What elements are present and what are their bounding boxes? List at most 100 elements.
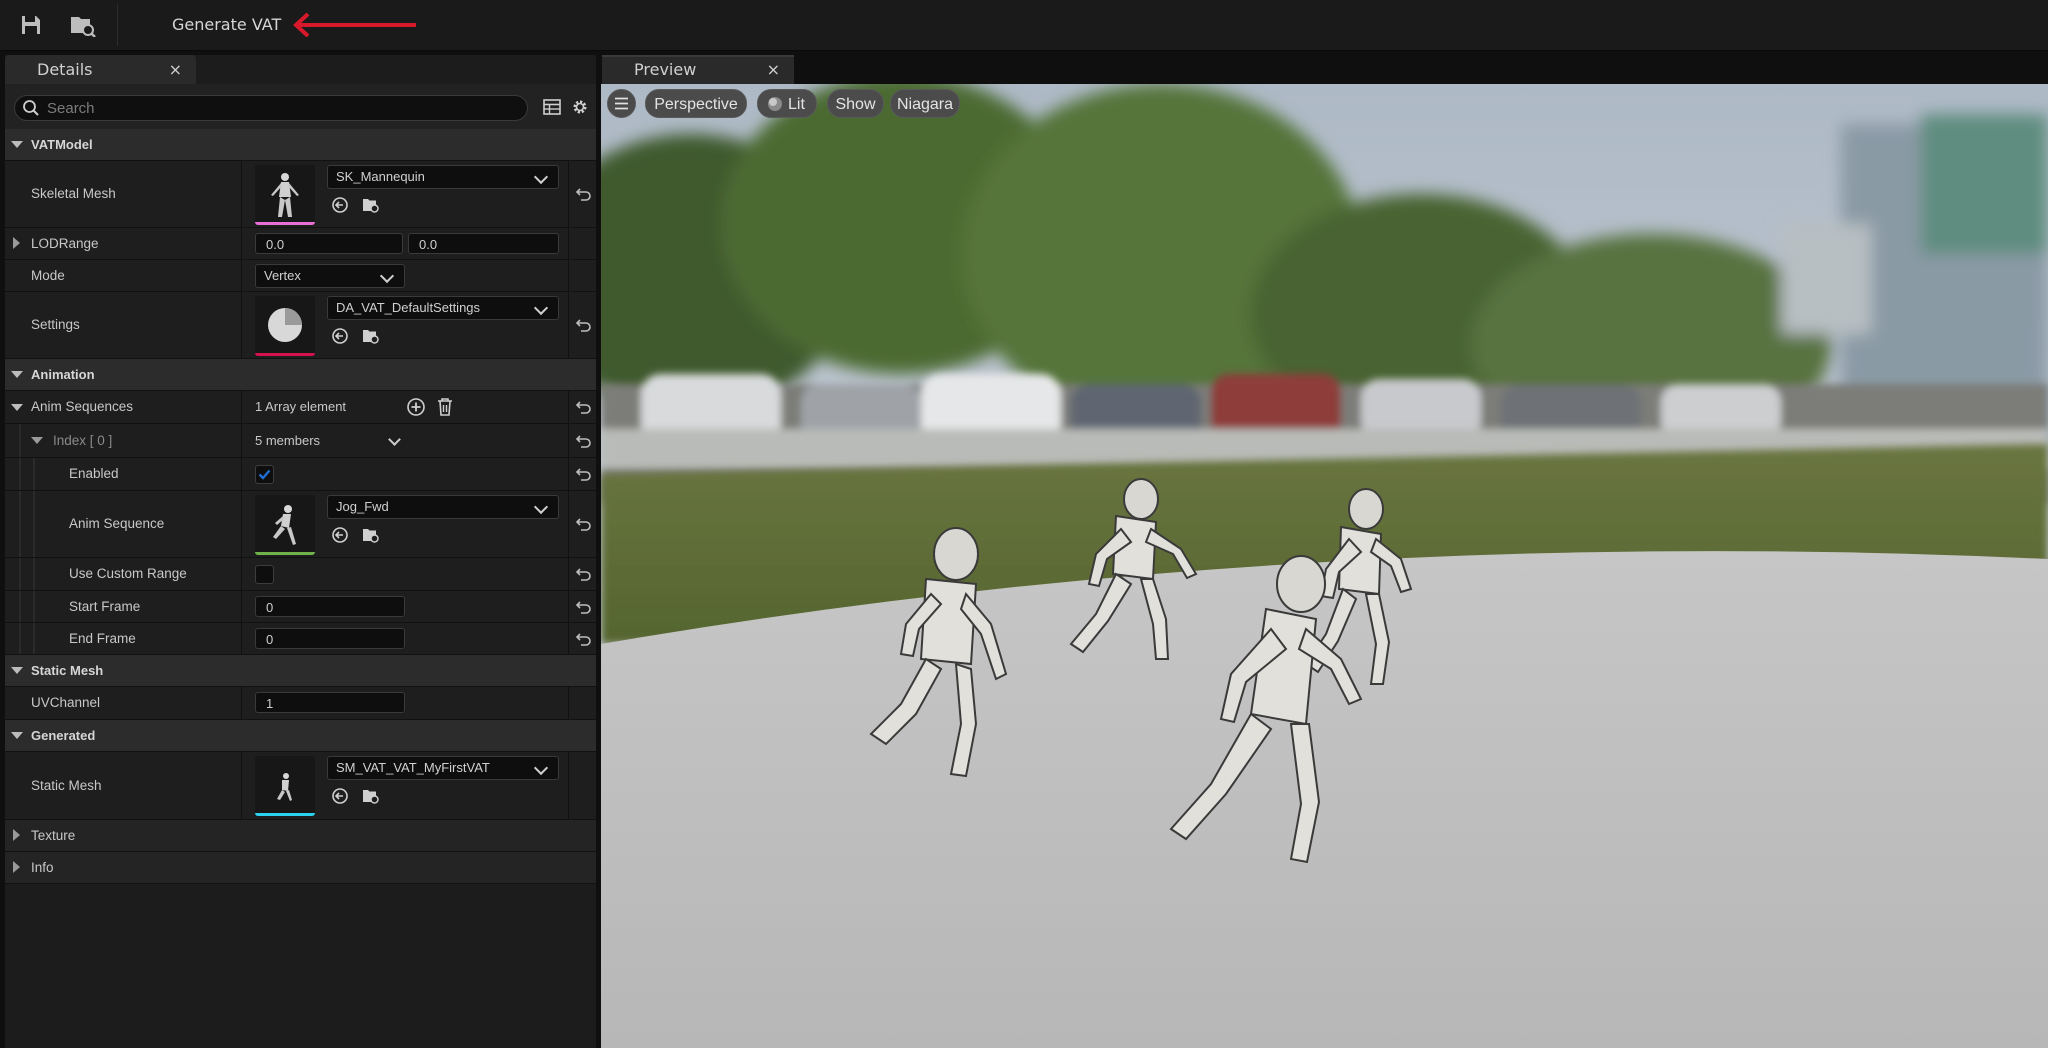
lit-button-label: Lit bbox=[788, 96, 805, 113]
category-generated-label: Generated bbox=[31, 728, 96, 743]
reset-to-default-icon[interactable] bbox=[576, 466, 592, 482]
show-button[interactable]: Show bbox=[827, 89, 884, 118]
category-generated[interactable]: Generated bbox=[5, 720, 596, 752]
settings-thumbnail[interactable] bbox=[255, 296, 315, 356]
search-box[interactable] bbox=[14, 95, 528, 121]
check-icon bbox=[258, 469, 271, 480]
category-vatmodel[interactable]: VATModel bbox=[5, 129, 596, 161]
expand-arrow-icon[interactable] bbox=[11, 732, 23, 739]
row-skeletal-mesh: Skeletal Mesh SK_Mannequin bbox=[5, 161, 596, 228]
browse-asset-icon bbox=[363, 790, 379, 804]
search-input[interactable] bbox=[47, 96, 507, 120]
lod-min-field[interactable]: 0.0 bbox=[255, 233, 403, 254]
generate-vat-button[interactable]: Generate VAT bbox=[150, 6, 303, 44]
use-selected-icon bbox=[332, 527, 348, 543]
expand-arrow-icon[interactable] bbox=[11, 141, 23, 148]
lit-sphere-icon bbox=[768, 97, 782, 111]
reset-to-default-icon[interactable] bbox=[576, 631, 592, 647]
start-frame-field[interactable]: 0 bbox=[255, 596, 405, 617]
browse-asset-button[interactable] bbox=[361, 195, 381, 215]
animation-thumbnail-icon bbox=[255, 495, 315, 555]
close-icon[interactable]: × bbox=[169, 55, 182, 84]
perspective-button[interactable]: Perspective bbox=[645, 89, 747, 118]
expand-arrow-icon[interactable] bbox=[11, 371, 23, 378]
expand-arrow-icon[interactable] bbox=[31, 437, 43, 444]
category-info[interactable]: Info bbox=[5, 852, 596, 884]
browse-button[interactable] bbox=[66, 8, 100, 42]
category-texture[interactable]: Texture bbox=[5, 820, 596, 852]
reset-to-default-icon[interactable] bbox=[576, 433, 592, 449]
category-animation-label: Animation bbox=[31, 367, 95, 382]
close-icon[interactable]: × bbox=[767, 55, 780, 84]
delete-icon[interactable] bbox=[436, 397, 454, 417]
expand-arrow-icon[interactable] bbox=[13, 237, 20, 249]
preview-viewport[interactable]: Perspective Lit Show Niagara bbox=[601, 84, 2048, 1048]
tab-preview[interactable]: Preview × bbox=[602, 55, 794, 84]
search-row bbox=[5, 84, 596, 129]
main-toolbar: Generate VAT bbox=[0, 0, 2048, 51]
index-label: Index [ 0 ] bbox=[53, 433, 113, 448]
reset-to-default-icon[interactable] bbox=[576, 317, 592, 333]
row-anim-sequences: Anim Sequences 1 Array element bbox=[5, 391, 596, 424]
mode-dropdown[interactable]: Vertex bbox=[255, 264, 405, 288]
data-asset-thumbnail-icon bbox=[255, 296, 315, 356]
row-index-0: Index [ 0 ] 5 members bbox=[5, 424, 596, 458]
viewport-menu-button[interactable] bbox=[607, 89, 636, 118]
reset-to-default-icon[interactable] bbox=[576, 566, 592, 582]
row-start-frame: Start Frame 0 bbox=[5, 591, 596, 623]
enabled-checkbox[interactable] bbox=[255, 465, 274, 484]
end-frame-field[interactable]: 0 bbox=[255, 628, 405, 649]
gear-icon[interactable] bbox=[571, 98, 589, 116]
lodrange-label: LODRange bbox=[31, 236, 99, 251]
tab-details-label: Details bbox=[37, 60, 93, 79]
use-selected-button[interactable] bbox=[330, 326, 350, 346]
lod-max-field[interactable]: 0.0 bbox=[408, 233, 559, 254]
skeletal-mesh-thumbnail[interactable] bbox=[255, 165, 315, 225]
tab-preview-label: Preview bbox=[634, 60, 697, 79]
browse-asset-button[interactable] bbox=[361, 786, 381, 806]
browse-asset-button[interactable] bbox=[361, 326, 381, 346]
settings-dropdown[interactable]: DA_VAT_DefaultSettings bbox=[327, 296, 559, 320]
tab-details[interactable]: Details × bbox=[5, 55, 196, 84]
reset-to-default-icon[interactable] bbox=[576, 399, 592, 415]
anim-sequence-thumbnail[interactable] bbox=[255, 495, 315, 555]
browse-asset-button[interactable] bbox=[361, 525, 381, 545]
asset-type-bar bbox=[255, 813, 315, 816]
anim-sequence-value: Jog_Fwd bbox=[336, 499, 389, 514]
uvchannel-field[interactable]: 1 bbox=[255, 692, 405, 713]
niagara-button[interactable]: Niagara bbox=[890, 89, 960, 118]
use-custom-range-checkbox[interactable] bbox=[255, 565, 274, 584]
reset-to-default-icon[interactable] bbox=[576, 599, 592, 615]
chevron-down-icon bbox=[533, 760, 549, 776]
generated-static-mesh-dropdown[interactable]: SM_VAT_VAT_MyFirstVAT bbox=[327, 756, 559, 780]
skeletal-mesh-value: SK_Mannequin bbox=[336, 169, 425, 184]
use-selected-button[interactable] bbox=[330, 786, 350, 806]
save-button[interactable] bbox=[14, 8, 48, 42]
chevron-down-icon[interactable] bbox=[388, 433, 401, 446]
anim-sequence-dropdown[interactable]: Jog_Fwd bbox=[327, 495, 559, 519]
lit-button[interactable]: Lit bbox=[757, 89, 817, 118]
generated-static-mesh-value: SM_VAT_VAT_MyFirstVAT bbox=[336, 760, 490, 775]
generated-static-mesh-thumbnail[interactable] bbox=[255, 756, 315, 816]
chevron-down-icon bbox=[533, 169, 549, 185]
use-selected-button[interactable] bbox=[330, 525, 350, 545]
reset-to-default-icon[interactable] bbox=[576, 186, 592, 202]
expand-arrow-icon[interactable] bbox=[11, 667, 23, 674]
use-selected-button[interactable] bbox=[330, 195, 350, 215]
expand-arrow-icon[interactable] bbox=[11, 404, 23, 411]
browse-icon bbox=[71, 17, 96, 37]
expand-arrow-icon[interactable] bbox=[13, 829, 20, 841]
category-static-mesh[interactable]: Static Mesh bbox=[5, 655, 596, 687]
table-view-icon[interactable] bbox=[543, 98, 561, 116]
asset-type-bar bbox=[255, 222, 315, 225]
start-frame-label: Start Frame bbox=[69, 599, 141, 614]
reset-to-default-icon[interactable] bbox=[576, 516, 592, 532]
chevron-down-icon bbox=[533, 499, 549, 515]
members-count: 5 members bbox=[255, 433, 321, 448]
uvchannel-label: UVChannel bbox=[31, 695, 101, 710]
expand-arrow-icon[interactable] bbox=[13, 861, 20, 873]
category-animation[interactable]: Animation bbox=[5, 359, 596, 391]
use-custom-range-label: Use Custom Range bbox=[69, 566, 187, 581]
skeletal-mesh-dropdown[interactable]: SK_Mannequin bbox=[327, 165, 559, 189]
add-element-icon[interactable] bbox=[406, 397, 426, 417]
